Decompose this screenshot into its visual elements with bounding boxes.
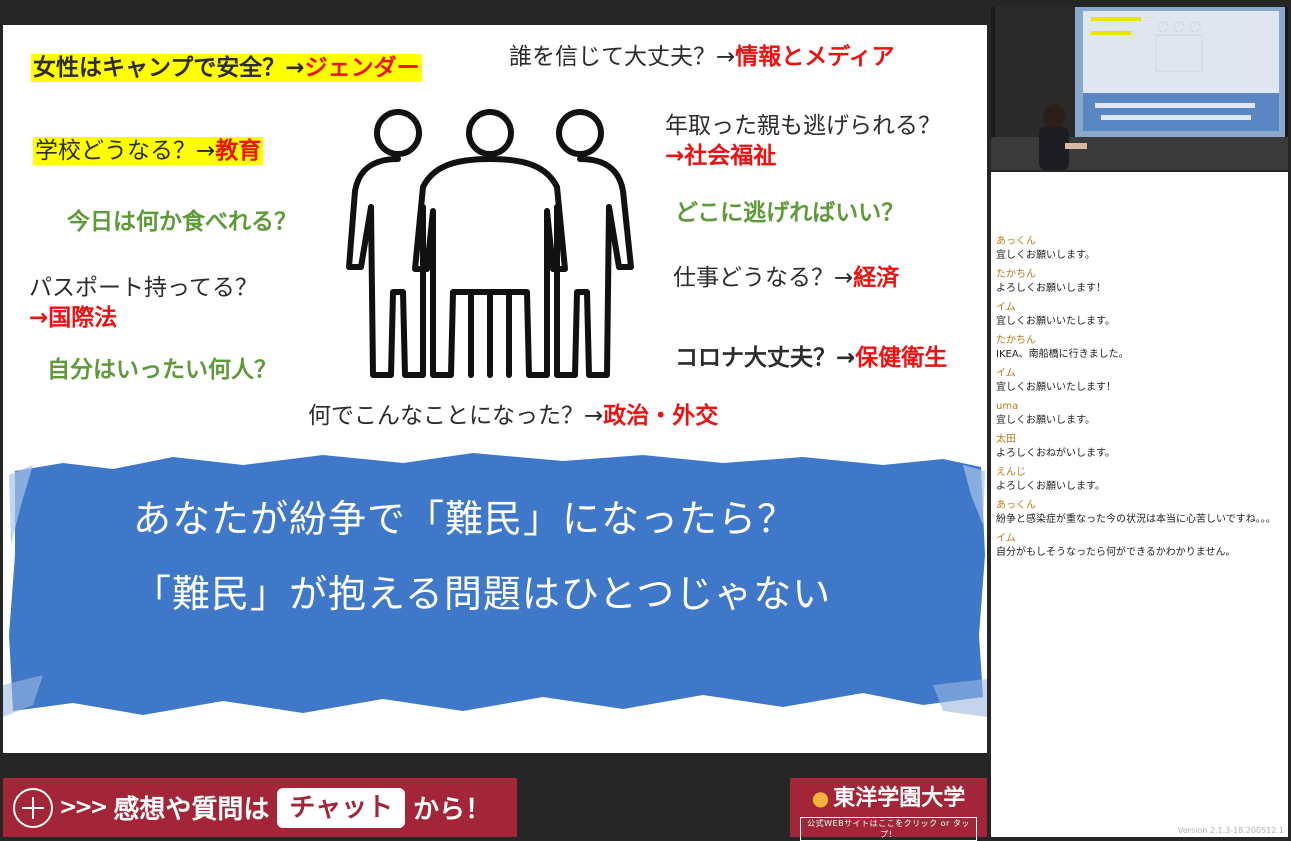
speaker-video[interactable] (991, 7, 1288, 170)
question-corona: コロナ大丈夫？→保健衛生 (675, 345, 948, 371)
question-work: 仕事どうなる？→経済 (673, 265, 900, 291)
plus-circle-icon (13, 787, 53, 828)
university-logo-link[interactable]: ● 東洋学園大学 公式WEBサイトはここをクリック or タップ！ (790, 778, 987, 841)
chat-username: あっくん (996, 236, 1036, 247)
chat-username: たかちん (996, 335, 1036, 346)
chat-text: 宜しくお願いいたします。 (996, 316, 1115, 327)
cta-text-before: 感想や質問は (113, 795, 270, 825)
cta-text-after: から！ (413, 795, 492, 825)
logo-subtext: 公式WEBサイトはここをクリック or タップ！ (800, 817, 977, 841)
chat-text: よろしくお願いします！ (996, 283, 1106, 294)
chat-text: 宜しくお願いします。 (996, 250, 1095, 261)
question-welfare: 年取った親も逃げられる？ →社会福祉 (665, 113, 941, 169)
banner-subtitle: 「難民」が抱える問題はひとつじゃない (133, 572, 832, 616)
chat-text: 自分がもしそうなったら何ができるかわかりません。 (996, 547, 1236, 558)
chat-username: たかちん (996, 269, 1036, 280)
chat-text: 紛争と感染症が重なった今の状況は本当に心苦しいですね。。。 (996, 514, 1276, 525)
chat-message: たかちん IKEA、南船橋に行きました。 (996, 334, 1280, 361)
flame-icon: ● (811, 786, 830, 810)
chat-username: uma (996, 401, 1019, 412)
cta-arrows: >>> (59, 795, 108, 820)
chat-cta-banner[interactable]: >>> 感想や質問は チャット から！ (3, 778, 517, 837)
banner-title: あなたが紛争で「難民」になったら？ (133, 497, 797, 541)
chat-message-list: あっくん 宜しくお願いします。 たかちん よろしくお願いします！ イム 宜しくお… (996, 235, 1280, 565)
chat-username: イム (996, 302, 1016, 313)
question-gender: 女性はキャンプで安全？→ジェンダー (31, 54, 422, 82)
question-food: 今日は何か食べれる？ (67, 209, 297, 235)
question-where-to-flee: どこに逃げればいい？ (675, 200, 905, 226)
question-identity: 自分はいったい何人？ (47, 357, 277, 383)
question-media: 誰を信じて大丈夫？→情報とメディア (509, 44, 895, 70)
chat-username: あっくん (996, 500, 1036, 511)
chat-text: IKEA、南船橋に行きました。 (996, 349, 1129, 360)
chat-text: 宜しくお願いします。 (996, 415, 1095, 426)
version-label: Version 2.1.3-18.200512.1 (1177, 826, 1284, 835)
chat-username: イム (996, 533, 1016, 544)
chat-message: イム 宜しくお願いいたします。 (996, 301, 1280, 328)
university-name: ● 東洋学園大学 (811, 786, 966, 811)
chat-username: 太田 (996, 434, 1016, 445)
chat-message: えんじ よろしくお願いします。 (996, 466, 1280, 493)
chat-panel[interactable]: あっくん 宜しくお願いします。 たかちん よろしくお願いします！ イム 宜しくお… (991, 172, 1288, 837)
chat-username: イム (996, 368, 1016, 379)
chat-message: 太田 よろしくおねがいします。 (996, 433, 1280, 460)
chat-message: あっくん 宜しくお願いします。 (996, 235, 1280, 262)
question-politics: 何でこんなことになった？→政治・外交 (308, 403, 719, 429)
chat-label-pill: チャット (277, 787, 406, 828)
chat-username: えんじ (996, 467, 1026, 478)
chat-message: イム 宜しくお願いいたします！ (996, 367, 1280, 394)
question-passport: パスポート持ってる？ →国際法 (29, 275, 258, 331)
chat-text: よろしくお願いします。 (996, 481, 1105, 492)
question-education: 学校どうなる？→教育 (33, 137, 264, 165)
presentation-slide: 女性はキャンプで安全？→ジェンダー 誰を信じて大丈夫？→情報とメディア 学校どう… (3, 25, 987, 753)
video-frame (991, 7, 1288, 170)
chat-message: あっくん 紛争と感染症が重なった今の状況は本当に心苦しいですね。。。 (996, 499, 1280, 526)
chat-text: よろしくおねがいします。 (996, 448, 1115, 459)
chat-message: uma 宜しくお願いします。 (996, 400, 1280, 427)
chat-text: 宜しくお願いいたします！ (996, 382, 1116, 393)
people-icon (346, 109, 634, 378)
chat-message: たかちん よろしくお願いします！ (996, 268, 1280, 295)
chat-message: イム 自分がもしそうなったら何ができるかわかりません。 (996, 532, 1280, 559)
